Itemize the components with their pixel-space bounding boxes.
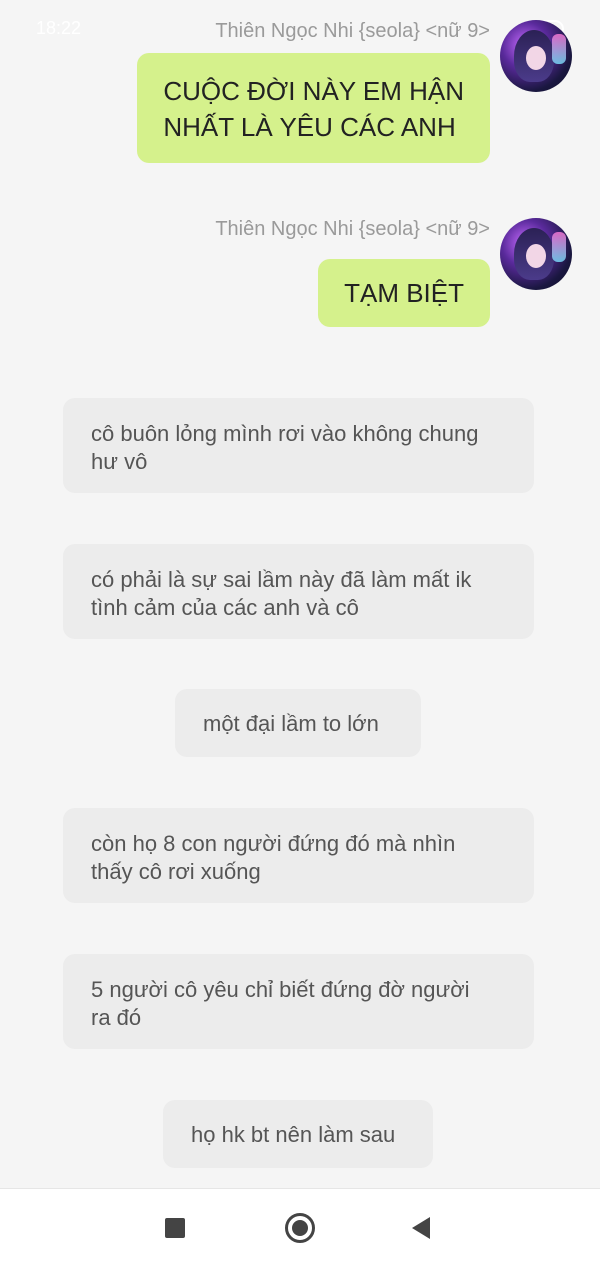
system-message: họ hk bt nên làm sau xyxy=(163,1100,433,1168)
system-message: có phải là sự sai lầm này đã làm mất ik … xyxy=(63,544,534,639)
system-message-line: một đại lầm to lớn xyxy=(203,711,379,736)
system-message-line: 5 người cô yêu chỉ biết đứng đờ người xyxy=(91,977,470,1002)
system-message-line: ra đó xyxy=(91,1005,142,1030)
home-icon[interactable] xyxy=(285,1213,315,1243)
sender-avatar[interactable] xyxy=(500,20,572,92)
sender-name: Thiên Ngọc Nhi {seola} <nữ 9> xyxy=(215,218,490,240)
recent-apps-icon[interactable] xyxy=(165,1218,185,1238)
message-text: TẠM BIỆT xyxy=(344,278,464,308)
message-bubble[interactable]: CUỘC ĐỜI NÀY EM HẬN NHẤT LÀ YÊU CÁC ANH xyxy=(137,53,490,163)
back-icon[interactable] xyxy=(412,1217,430,1239)
message-text-line: NHẤT LÀ YÊU CÁC ANH xyxy=(163,112,456,142)
system-message-line: hư vô xyxy=(91,449,148,474)
system-message: 5 người cô yêu chỉ biết đứng đờ người ra… xyxy=(63,954,534,1049)
chat-message: Thiên Ngọc Nhi {seola} <nữ 9> CUỘC ĐỜI N… xyxy=(12,20,572,163)
navigation-bar xyxy=(0,1188,600,1267)
system-message-line: có phải là sự sai lầm này đã làm mất ik xyxy=(91,567,472,592)
message-text-line: CUỘC ĐỜI NÀY EM HẬN xyxy=(163,76,464,106)
system-message: một đại lầm to lớn xyxy=(175,689,421,757)
system-message-line: tình cảm của các anh và cô xyxy=(91,595,359,620)
sender-name: Thiên Ngọc Nhi {seola} <nữ 9> xyxy=(215,20,490,42)
system-message: còn họ 8 con người đứng đó mà nhìn thấy … xyxy=(63,808,534,903)
chat-message: Thiên Ngọc Nhi {seola} <nữ 9> TẠM BIỆT xyxy=(12,218,572,327)
system-message-line: thấy cô rơi xuống xyxy=(91,859,261,884)
system-message-line: cô buôn lỏng mình rơi vào không chung xyxy=(91,421,479,446)
system-message: cô buôn lỏng mình rơi vào không chung hư… xyxy=(63,398,534,493)
message-bubble[interactable]: TẠM BIỆT xyxy=(318,259,490,327)
sender-avatar[interactable] xyxy=(500,218,572,290)
system-message-line: họ hk bt nên làm sau xyxy=(191,1122,396,1147)
system-message-line: còn họ 8 con người đứng đó mà nhìn xyxy=(91,831,456,856)
